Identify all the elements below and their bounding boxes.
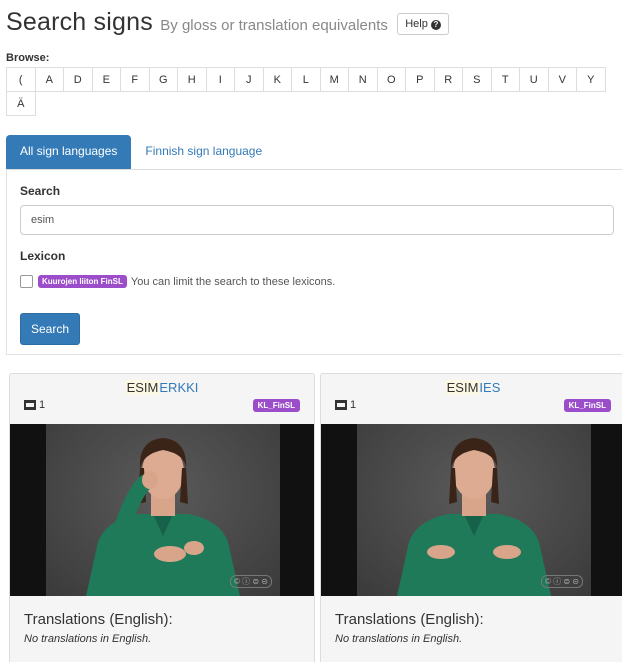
result-card: ESIMIES 1 KL_FinSL © ⓘ ⊜ ⊝ Translations …: [320, 373, 622, 662]
letter-link[interactable]: L: [291, 67, 321, 92]
lexicon-label: Lexicon: [20, 249, 66, 263]
letter-link[interactable]: K: [262, 67, 292, 92]
letter-link[interactable]: V: [547, 67, 577, 92]
lexicon-checkbox[interactable]: [20, 275, 33, 288]
letter-link[interactable]: P: [405, 67, 435, 92]
lexicon-badge: KL_FinSL: [563, 399, 611, 412]
letter-link[interactable]: F: [120, 67, 150, 92]
alphabet-row: Ä: [6, 91, 622, 116]
card-header: ESIMIES 1 KL_FinSL: [321, 374, 622, 424]
letter-link[interactable]: J: [234, 67, 264, 92]
letter-link[interactable]: O: [376, 67, 406, 92]
gloss-link[interactable]: ESIMIES: [321, 380, 622, 395]
video-count: 1: [335, 399, 356, 411]
sign-video[interactable]: © ⓘ ⊜ ⊝: [10, 424, 314, 596]
creative-commons-icon: © ⓘ ⊜ ⊝: [230, 575, 272, 588]
letter-link[interactable]: Ä: [6, 91, 36, 116]
film-icon: [335, 400, 347, 410]
letter-link[interactable]: U: [519, 67, 549, 92]
gloss-rest: IES: [479, 380, 501, 395]
letter-link[interactable]: H: [177, 67, 207, 92]
page-title: Search signs: [6, 8, 153, 36]
letter-link[interactable]: R: [433, 67, 463, 92]
language-tabs: All sign languages Finnish sign language: [6, 135, 276, 170]
card-header: ESIMERKKI 1 KL_FinSL: [10, 374, 314, 424]
letter-link[interactable]: D: [63, 67, 93, 92]
lexicon-badge: Kuurojen liiton FinSL: [38, 275, 127, 288]
gloss-rest: ERKKI: [159, 380, 199, 395]
translations-title: Translations (English):: [24, 611, 173, 628]
gloss-match: ESIM: [445, 380, 480, 395]
translations-title: Translations (English):: [335, 611, 484, 628]
letter-link[interactable]: A: [34, 67, 64, 92]
result-card: ESIMERKKI 1 KL_FinSL © ⓘ ⊜ ⊝ Translation…: [9, 373, 315, 662]
gloss-link[interactable]: ESIMERKKI: [10, 380, 314, 395]
help-button-label: Help: [405, 18, 428, 30]
letter-link[interactable]: E: [91, 67, 121, 92]
letter-link[interactable]: (: [6, 67, 36, 92]
letter-link[interactable]: I: [205, 67, 235, 92]
page-subtitle: By gloss or translation equivalents: [160, 17, 388, 34]
lexicon-filter: Kuurojen liiton FinSL You can limit the …: [20, 275, 335, 288]
translations-text: No translations in English.: [335, 633, 463, 645]
search-label: Search: [20, 184, 61, 198]
letter-link[interactable]: G: [148, 67, 178, 92]
letter-link[interactable]: T: [490, 67, 520, 92]
letter-link[interactable]: N: [348, 67, 378, 92]
gloss-match: ESIM: [125, 380, 160, 395]
video-count-value: 1: [39, 399, 46, 411]
browse-label: Browse:: [6, 52, 50, 64]
letter-link[interactable]: S: [462, 67, 492, 92]
video-frame: [46, 424, 280, 596]
page-header: Search signs By gloss or translation equ…: [6, 8, 449, 37]
film-icon: [24, 400, 36, 410]
video-count: 1: [24, 399, 45, 411]
letter-link[interactable]: M: [319, 67, 349, 92]
creative-commons-icon: © ⓘ ⊜ ⊝: [541, 575, 583, 588]
video-count-value: 1: [350, 399, 357, 411]
video-frame: [357, 424, 591, 596]
card-body: Translations (English): No translations …: [10, 596, 314, 662]
letter-link[interactable]: Y: [576, 67, 606, 92]
signer-figure: [86, 438, 240, 596]
search-button[interactable]: Search: [20, 313, 81, 345]
sign-video[interactable]: © ⓘ ⊜ ⊝: [321, 424, 622, 596]
lexicon-hint: You can limit the search to these lexico…: [130, 275, 336, 288]
card-body: Translations (English): No translations …: [321, 596, 622, 662]
tab-all-sign-languages[interactable]: All sign languages: [6, 135, 132, 170]
signer-figure: [397, 438, 551, 596]
alphabet-browser: (A D E F G H I J K L M N O P R S T U V Y Ä: [6, 67, 622, 116]
search-panel: Search esim Lexicon Kuurojen liiton FinS…: [6, 169, 622, 355]
question-circle-icon: ?: [430, 20, 441, 30]
translations-text: No translations in English.: [24, 633, 152, 645]
alphabet-row: (A D E F G H I J K L M N O P R S T U V Y: [6, 67, 622, 92]
lexicon-badge: KL_FinSL: [252, 399, 300, 412]
help-button[interactable]: Help ?: [397, 13, 449, 35]
tab-finnish-sign-language[interactable]: Finnish sign language: [131, 135, 276, 170]
search-input[interactable]: esim: [20, 205, 614, 235]
